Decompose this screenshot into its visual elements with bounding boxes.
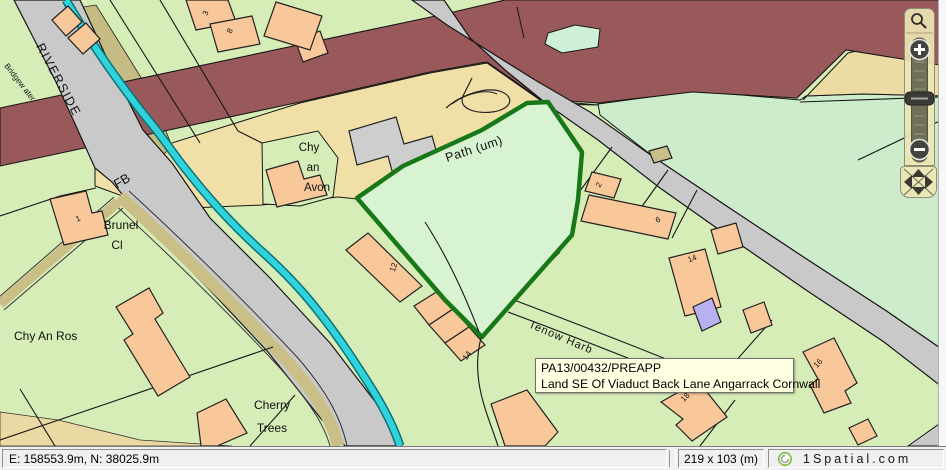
1spatial-logo-icon [777,451,793,467]
place-label: an [307,162,320,174]
coordinates-readout: E: 158553.9m, N: 38025.9m [9,452,159,466]
map-edge-strip [938,0,946,446]
place-label: Chy An Ros [14,329,77,343]
pan-up-button[interactable] [912,169,926,177]
pan-down-button[interactable] [912,187,926,195]
place-label: Cherry [254,398,290,412]
map-tooltip: PA13/00432/PREAPP Land SE Of Viaduct Bac… [535,358,794,393]
brand-text: 1Spatial.com [803,452,911,466]
tooltip-reference: PA13/00432/PREAPP [541,360,788,376]
pan-arrows[interactable] [900,166,937,203]
place-label: Trees [257,421,287,435]
tooltip-description: Land SE Of Viaduct Back Lane Angarrack C… [541,376,788,392]
place-label: Chy [299,142,320,154]
zoom-slider-handle[interactable] [905,92,934,105]
pan-left-button[interactable] [904,175,912,189]
status-grip [669,450,676,467]
zoom-in-button[interactable] [908,38,931,66]
map-application-window: RIVERSIDE Bridgew ater FB Brunel Cl Chy … [0,0,946,470]
zoom-out-button[interactable] [908,138,931,166]
road-label: Cl [111,238,122,252]
pan-right-button[interactable] [925,175,933,189]
status-bar: E: 158553.9m, N: 38025.9m 219 x 103 (m) … [0,446,946,470]
extent-readout: 219 x 103 (m) [684,452,758,466]
place-label: Avon [304,182,330,194]
status-brand: 1Spatial.com [768,449,944,468]
status-coordinates: E: 158553.9m, N: 38025.9m [2,449,667,468]
road-label: Brunel [104,218,139,232]
status-extent: 219 x 103 (m) [678,449,764,468]
magnifier-icon [912,14,926,28]
zoom-search-button[interactable] [904,8,935,34]
